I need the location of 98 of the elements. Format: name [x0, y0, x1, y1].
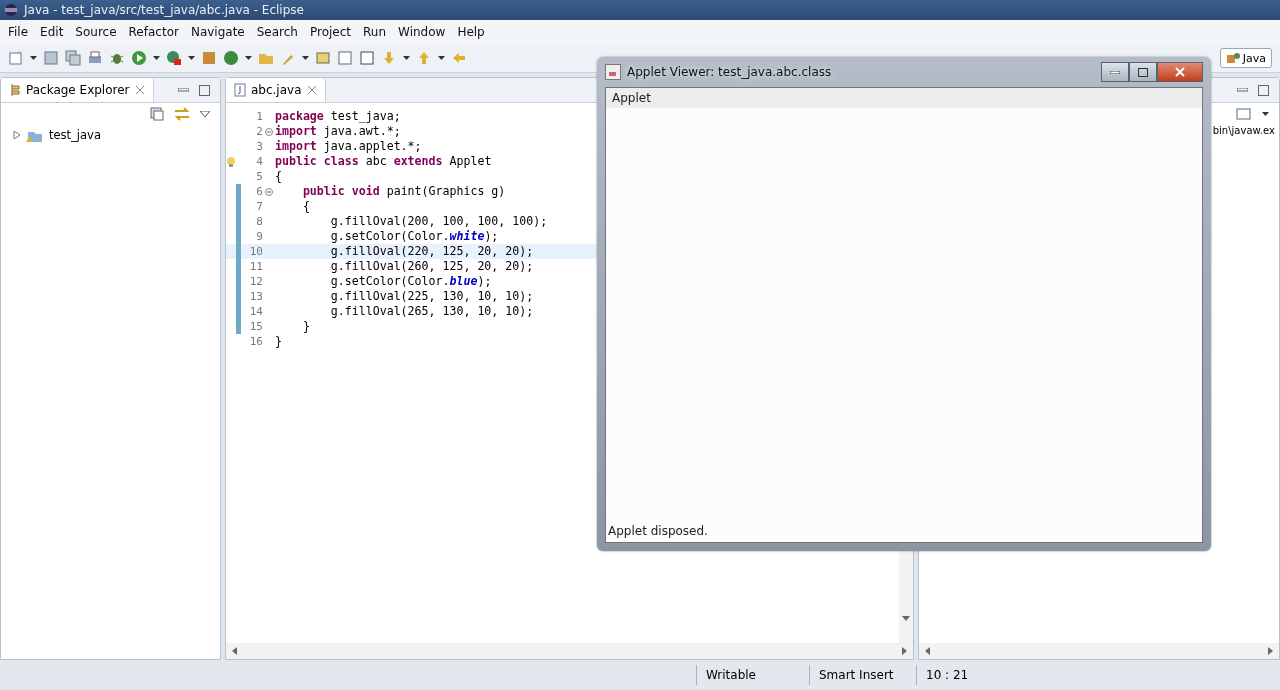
fold-icon[interactable] — [264, 187, 273, 196]
code-line: } — [301, 319, 310, 334]
caret-icon[interactable] — [188, 56, 195, 60]
line-number: 15 — [248, 319, 263, 334]
save-icon[interactable] — [43, 50, 59, 66]
maximize-icon[interactable] — [198, 84, 210, 96]
code-line: import java.applet.*; — [274, 139, 422, 154]
line-number: 2 — [255, 124, 263, 139]
line-number: 14 — [248, 304, 263, 319]
maximize-button[interactable] — [1129, 62, 1157, 82]
menu-item[interactable]: Refactor — [122, 22, 185, 42]
line-number: 7 — [255, 199, 263, 214]
status-field: 10 : 21 — [916, 665, 1026, 685]
caret-icon[interactable] — [403, 56, 410, 60]
close-icon[interactable] — [306, 85, 317, 95]
line-number: 8 — [255, 214, 263, 229]
menu-item[interactable]: Window — [392, 22, 452, 42]
minimize-icon[interactable] — [1237, 88, 1248, 92]
warning-bulb-icon[interactable] — [225, 155, 236, 168]
line-number: 13 — [248, 289, 263, 304]
caret-icon[interactable] — [438, 56, 445, 60]
line-number: 1 — [255, 109, 263, 124]
scroll-left-icon[interactable] — [924, 647, 930, 655]
collapse-all-icon[interactable] — [149, 107, 164, 121]
java-perspective-icon — [1225, 51, 1240, 65]
line-number: 11 — [248, 259, 263, 274]
editor-tab[interactable]: abc.java — [225, 78, 326, 102]
code-line: g.fillOval(260, 125, 20, 20); — [329, 259, 534, 274]
scroll-right-icon[interactable] — [1268, 647, 1273, 655]
caret-icon[interactable] — [30, 56, 37, 60]
scroll-down-icon[interactable] — [901, 616, 910, 621]
caret-icon[interactable] — [153, 56, 160, 60]
maximize-icon[interactable] — [1258, 84, 1269, 96]
close-icon — [1175, 67, 1185, 77]
print-icon[interactable] — [87, 50, 103, 66]
java-file-icon — [233, 83, 246, 97]
scroll-left-icon[interactable] — [231, 647, 237, 655]
line-number: 4 — [255, 154, 263, 169]
menu-item[interactable]: Help — [451, 22, 491, 42]
menu-item[interactable]: File — [2, 22, 35, 42]
maximize-icon — [1138, 67, 1148, 77]
link-icon[interactable] — [173, 107, 190, 121]
package-explorer-icon — [9, 83, 21, 97]
code-line: g.fillOval(225, 130, 10, 10); — [329, 289, 534, 304]
caret-icon[interactable] — [302, 56, 309, 60]
window-title: Java - test_java/src/test_java/abc.java - Eclipse — [24, 3, 304, 17]
expand-arrow-icon[interactable] — [13, 131, 21, 139]
save-all-icon[interactable] — [65, 50, 81, 66]
line-number: 3 — [255, 139, 263, 154]
code-line: public void paint(Graphics g) — [301, 184, 506, 199]
line-number: 16 — [248, 334, 263, 349]
menu-item[interactable]: Source — [69, 22, 123, 42]
console-display-icon[interactable] — [1236, 107, 1252, 121]
code-line: } — [274, 334, 282, 349]
fold-icon[interactable] — [264, 127, 273, 136]
code-line: package test_java; — [274, 109, 401, 124]
menu-item[interactable]: Search — [250, 22, 304, 42]
line-number: 6 — [255, 184, 263, 199]
run-tools-icon[interactable] — [166, 50, 182, 66]
perspective-button[interactable]: Java — [1219, 48, 1272, 68]
tree-item[interactable]: test_java — [49, 128, 101, 142]
line-number: 12 — [248, 274, 263, 289]
caret-icon[interactable] — [245, 56, 252, 60]
minimize-icon — [1110, 70, 1120, 74]
horizontal-scrollbar[interactable] — [918, 643, 1279, 659]
menu-item[interactable]: Navigate — [184, 22, 251, 42]
minimize-icon[interactable] — [177, 88, 189, 92]
line-number: 5 — [255, 169, 263, 184]
menu-item[interactable]: Edit — [34, 22, 70, 42]
horizontal-scrollbar[interactable] — [225, 643, 913, 659]
scroll-right-icon[interactable] — [901, 647, 907, 655]
caret-icon[interactable] — [1262, 112, 1269, 116]
status-field: Smart Insert — [809, 665, 916, 685]
menu-item[interactable]: Project — [303, 22, 358, 42]
code-line: g.setColor(Color.white); — [329, 229, 499, 244]
code-line: g.fillOval(220, 125, 20, 20); — [329, 244, 534, 259]
line-number: 10 — [248, 244, 263, 259]
app-icon — [4, 3, 18, 17]
code-line: import java.awt.*; — [274, 124, 401, 139]
menu-item[interactable]: Applet — [606, 91, 651, 105]
code-line: { — [274, 169, 282, 184]
applet-window-title: Applet Viewer: test_java.abc.class — [627, 65, 832, 79]
code-line: g.fillOval(200, 100, 100, 100); — [329, 214, 548, 229]
run-icon[interactable] — [131, 50, 147, 66]
code-line: { — [301, 199, 310, 214]
menu-item[interactable]: Run — [357, 22, 393, 42]
line-number: 9 — [255, 229, 263, 244]
close-icon[interactable] — [134, 85, 145, 95]
applet-status: Applet disposed. — [607, 524, 709, 540]
package-explorer-tab[interactable]: Package Explorer — [1, 78, 154, 102]
new-icon[interactable] — [8, 50, 24, 66]
minimize-button[interactable] — [1101, 62, 1129, 82]
code-line: g.setColor(Color.blue); — [329, 274, 492, 289]
code-line: g.fillOval(265, 130, 10, 10); — [329, 304, 534, 319]
close-button[interactable] — [1157, 62, 1203, 82]
status-field: Writable — [696, 665, 809, 685]
code-line: public class abc extends Applet — [274, 154, 492, 169]
view-menu-icon[interactable] — [199, 111, 210, 117]
